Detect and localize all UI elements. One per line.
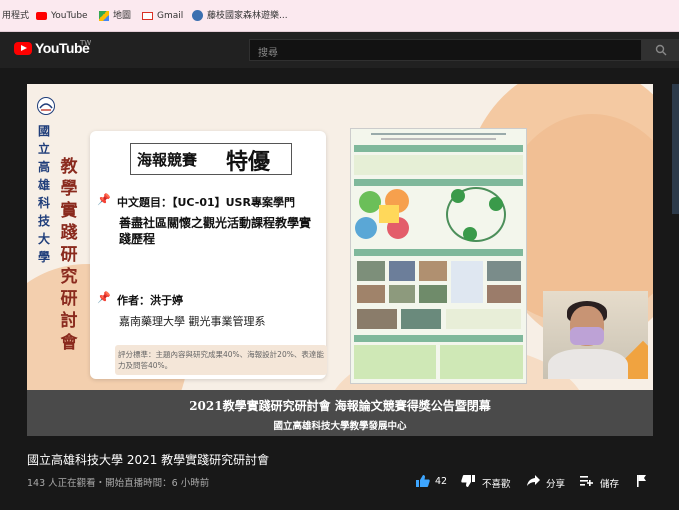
youtube-icon [36,12,47,20]
poster-diagram-node [359,191,381,213]
poster-diagram-node [463,227,477,241]
topic-title: 善盡社區關懷之觀光活動課程教學實踐歷程 [119,216,312,246]
search-input[interactable]: 搜尋 [249,39,642,61]
gmail-icon [142,12,153,20]
poster-photo [389,261,415,281]
author-label: 作者：洪于婷 [117,294,183,307]
report-flag-icon[interactable] [636,474,648,487]
bookmark-youtube[interactable]: YouTube [51,9,88,23]
poster-image [350,128,527,384]
bookmark-forest[interactable]: 藤枝國家森林遊樂... [207,9,288,23]
poster-title-line [371,133,506,135]
poster-diagram-node [355,217,377,239]
pin-icon: 📌 [97,291,111,304]
poster-table [451,261,483,303]
save-playlist-icon[interactable] [579,474,594,487]
pin-icon: 📌 [97,193,111,206]
poster-section-bar [354,335,523,342]
youtube-header: YouTube TW 搜尋 [0,32,679,68]
poster-section-bar [354,179,523,186]
award-heading: 海報競賽 特優 [130,143,292,175]
bookmark-maps[interactable]: 地圖 [113,9,131,23]
dislike-icon[interactable] [460,474,476,488]
video-player[interactable]: 國立高雄科技大學 教學實踐研究研討會 海報競賽 特優 📌 中文題目：【UC-01… [27,84,653,436]
award-level: 特優 [226,149,271,175]
university-logo-icon [37,97,55,115]
poster-text-block [440,345,523,379]
poster-photo [419,261,447,281]
poster-section-bar [354,249,523,256]
poster-diagram-node [489,197,503,211]
affiliation: 嘉南藥理大學 觀光事業管理系 [119,315,266,328]
region-code: TW [80,39,92,47]
search-button[interactable] [642,39,679,61]
topic-label: 中文題目：【UC-01】USR專案學門 [117,196,295,209]
vertical-school-name: 國立高雄科技大學 [37,124,50,264]
bookmark-apps[interactable]: 用程式 [2,9,29,23]
poster-diagram-node [451,189,465,203]
poster-photo [357,261,385,281]
poster-photo [419,285,447,303]
maps-icon [99,11,109,21]
poster-diagram-center [379,205,399,223]
video-meta: 143 人正在觀看・開始直播時間：6 小時前 [27,478,210,489]
speaker-body [548,349,628,379]
poster-photo [487,285,521,303]
search-placeholder: 搜尋 [258,48,278,59]
dislike-label[interactable]: 不喜歡 [482,476,511,490]
poster-photo [401,309,441,329]
criteria-text: 評分標準：主題內容與研究成果40%、海報設計20%、表達能力及問答40%。 [118,350,324,370]
poster-text-block [446,309,521,329]
share-button[interactable]: 分享 [546,476,565,490]
slide-banner: 2021教學實踐研究研討會 海報論文競賽得獎公告暨閉幕 國立高雄科技大學教學發展… [27,390,653,436]
vertical-event-name: 教學實踐研究研討會 [60,157,78,353]
poster-text-block [354,345,436,379]
banner-subtitle: 國立高雄科技大學教學發展中心 [273,421,407,432]
site-icon [192,10,203,21]
poster-photo [487,261,521,281]
poster-title-line [381,138,496,140]
bookmark-gmail[interactable]: Gmail [157,9,183,23]
side-panel-edge [672,84,679,214]
like-icon[interactable] [415,474,431,488]
like-count[interactable]: 42 [435,476,447,487]
speaker-webcam [543,291,648,379]
poster-photo [389,285,415,303]
poster-section-bar [354,145,523,152]
youtube-logo-icon[interactable] [14,42,32,55]
video-title: 國立高雄科技大學 2021 教學實踐研究研討會 [27,453,270,467]
save-button[interactable]: 儲存 [600,476,619,490]
poster-photo [357,285,385,303]
banner-title: 2021教學實踐研究研討會 海報論文競賽得獎公告暨閉幕 [189,399,491,413]
bookmarks-bar: 用程式 YouTube 地圖 Gmail 藤枝國家森林遊樂... [0,0,679,32]
criteria-box: 評分標準：主題內容與研究成果40%、海報設計20%、表達能力及問答40%。 [115,345,327,375]
poster-text-block [354,155,523,175]
share-icon[interactable] [526,474,541,487]
search-icon [655,44,667,56]
award-prefix: 海報競賽 [137,151,198,169]
speaker-mask [570,327,604,345]
poster-photo [357,309,397,329]
award-card: 海報競賽 特優 📌 中文題目：【UC-01】USR專案學門 善盡社區關懷之觀光活… [90,131,327,379]
